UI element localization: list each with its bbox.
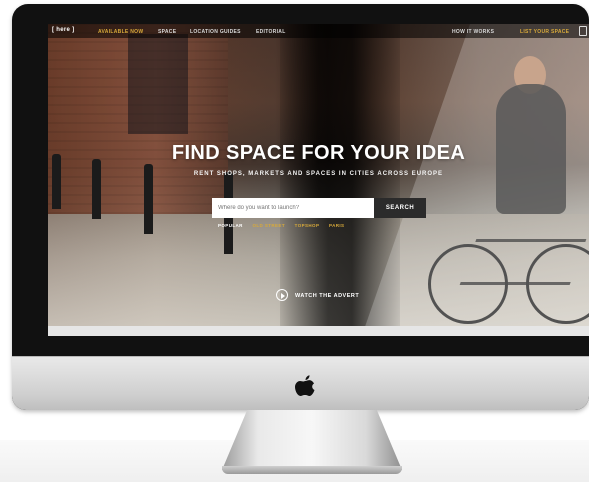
nav-item-list-your-space[interactable]: LIST YOUR SPACE (520, 29, 569, 35)
search-button[interactable]: SEARCH (374, 198, 426, 218)
page-footer-strip (48, 326, 589, 336)
apple-logo-icon (295, 375, 315, 396)
hero-title: FIND SPACE FOR YOUR IDEA (171, 142, 466, 164)
nav-item-editorial[interactable]: EDITORIAL (256, 29, 286, 35)
top-navigation: [ here ] AVAILABLE NOW SPACE LOCATION GU… (48, 24, 589, 38)
menu-icon[interactable] (579, 26, 587, 36)
popular-label: POPULAR (218, 223, 243, 228)
popular-link-old-street[interactable]: OLD STREET (252, 223, 285, 228)
nav-item-location-guides[interactable]: LOCATION GUIDES (190, 29, 241, 35)
monitor-stand-base (222, 466, 402, 474)
nav-item-available-now[interactable]: AVAILABLE NOW (98, 29, 143, 35)
nav-item-how-it-works[interactable]: HOW IT WORKS (452, 29, 494, 35)
hero-background-window (128, 34, 188, 134)
hero-subtitle: RENT SHOPS, MARKETS AND SPACES IN CITIES… (193, 171, 444, 177)
popular-link-topshop[interactable]: TOPSHOP (295, 223, 320, 228)
imac-monitor: [ here ] AVAILABLE NOW SPACE LOCATION GU… (12, 4, 589, 410)
monitor-stand (222, 410, 402, 470)
watch-advert-link[interactable]: WATCH THE ADVERT (295, 293, 359, 299)
popular-searches: POPULAR OLD STREET TOPSHOP PARIS (218, 223, 352, 228)
website-screen: [ here ] AVAILABLE NOW SPACE LOCATION GU… (48, 24, 589, 336)
nav-item-space[interactable]: SPACE (158, 29, 176, 35)
search-input[interactable] (212, 198, 374, 218)
popular-link-paris[interactable]: PARIS (329, 223, 344, 228)
bollard (92, 159, 101, 219)
play-icon[interactable] (276, 289, 288, 301)
site-logo[interactable]: [ here ] (52, 27, 74, 33)
